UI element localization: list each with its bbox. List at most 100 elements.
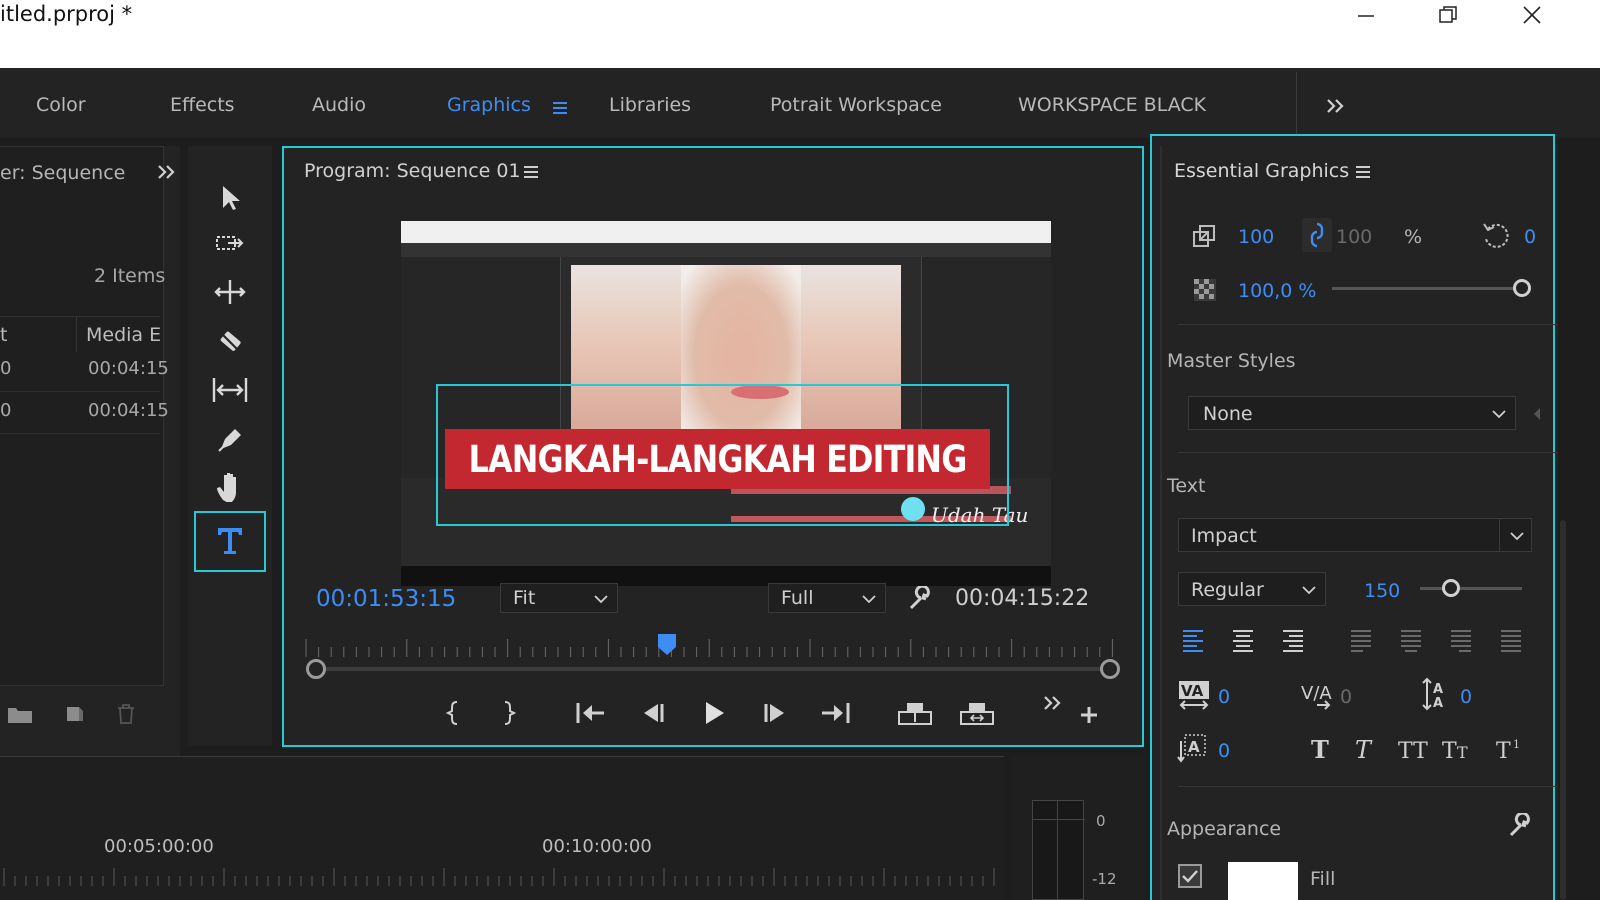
trash-icon[interactable] — [112, 702, 140, 726]
tab-graphics[interactable]: Graphics — [447, 94, 531, 116]
mark-out-icon[interactable] — [496, 698, 522, 728]
svg-text:A: A — [1433, 682, 1443, 697]
program-menu-icon[interactable] — [520, 160, 542, 184]
align-right-icon[interactable] — [1280, 626, 1308, 656]
project-panel-title[interactable]: er: Sequence — [0, 162, 125, 184]
table-row[interactable]: 0 00:04:15 — [0, 392, 169, 434]
fit-dropdown[interactable]: Fit — [500, 583, 618, 613]
ripple-edit-tool[interactable] — [206, 270, 254, 314]
eg-menu-icon[interactable] — [1352, 160, 1374, 184]
track-select-tool[interactable] — [206, 222, 254, 266]
project-col-media[interactable]: Media E — [86, 324, 161, 346]
program-timecode[interactable]: 00:01:53:15 — [316, 586, 456, 612]
leading-value[interactable]: 0 — [1460, 686, 1472, 708]
new-bin-icon[interactable] — [6, 702, 34, 726]
time-ruler[interactable] — [304, 635, 1118, 657]
slip-tool[interactable] — [206, 368, 254, 412]
tab-workspace-black[interactable]: WORKSPACE BLACK — [1018, 94, 1206, 116]
playback-resolution-dropdown[interactable]: Full — [768, 583, 886, 613]
lift-icon[interactable] — [896, 698, 934, 728]
table-row[interactable]: 0 00:04:15 — [0, 350, 169, 392]
timeline-ruler[interactable] — [0, 868, 1004, 886]
settings-wrench-icon[interactable] — [904, 584, 936, 614]
video-ae-toolbar — [401, 243, 1051, 257]
add-button-icon[interactable] — [1076, 702, 1102, 728]
justify-center-icon[interactable] — [1398, 626, 1426, 656]
type-tool[interactable] — [206, 514, 254, 568]
selection-tool[interactable] — [206, 176, 254, 220]
opacity-slider-handle[interactable] — [1513, 279, 1531, 297]
row-name: 0 — [0, 358, 12, 379]
zoom-handle-left[interactable] — [306, 659, 326, 679]
go-to-out-icon[interactable] — [818, 698, 854, 728]
tab-potrait-workspace[interactable]: Potrait Workspace — [770, 94, 942, 116]
master-style-arrow-icon[interactable] — [1530, 404, 1544, 424]
playhead[interactable] — [656, 632, 678, 656]
small-caps-icon[interactable]: TT — [1440, 734, 1478, 764]
more-workspaces-icon[interactable] — [1320, 94, 1350, 118]
align-center-icon[interactable] — [1230, 626, 1258, 656]
close-button[interactable] — [1502, 0, 1562, 30]
svg-text:A: A — [1433, 696, 1443, 711]
eg-scrollbar[interactable] — [1560, 520, 1566, 900]
extract-icon[interactable] — [958, 698, 996, 728]
tab-libraries[interactable]: Libraries — [609, 94, 691, 116]
tab-effects[interactable]: Effects — [170, 94, 235, 116]
text-layer-bounding-box[interactable] — [436, 384, 1009, 526]
minimize-button[interactable] — [1336, 0, 1396, 30]
hand-tool[interactable] — [206, 464, 254, 508]
tab-color[interactable]: Color — [36, 94, 86, 116]
audio-meter — [1032, 800, 1085, 900]
align-left-icon[interactable] — [1180, 626, 1208, 656]
scale-value[interactable]: 100 — [1238, 226, 1274, 248]
all-caps-icon[interactable]: TT — [1396, 734, 1434, 764]
fill-checkbox[interactable] — [1178, 864, 1202, 888]
baseline-value[interactable]: 0 — [1218, 740, 1230, 762]
faux-italic-icon[interactable]: T — [1350, 734, 1380, 764]
mark-in-icon[interactable] — [440, 698, 466, 728]
master-style-value: None — [1203, 403, 1253, 425]
pen-tool[interactable] — [206, 416, 254, 460]
zoom-handle-right[interactable] — [1100, 659, 1120, 679]
font-size-slider[interactable] — [1420, 587, 1522, 590]
font-dropdown[interactable]: Impact — [1178, 518, 1532, 552]
link-scale-icon[interactable] — [1302, 218, 1332, 252]
more-controls-icon[interactable] — [1038, 690, 1066, 716]
superscript-icon[interactable]: T1 — [1494, 734, 1530, 764]
appearance-wrench-icon[interactable] — [1504, 810, 1536, 842]
project-col-name[interactable]: t — [0, 324, 7, 346]
font-size-slider-handle[interactable] — [1441, 579, 1460, 597]
chevron-down-icon — [859, 590, 879, 608]
row-media: 00:04:15 — [88, 400, 169, 421]
graphics-menu-icon[interactable] — [548, 96, 572, 120]
project-more-icon[interactable] — [152, 160, 180, 184]
opacity-slider[interactable] — [1332, 287, 1522, 290]
justify-all-icon[interactable] — [1498, 626, 1526, 656]
rotation-icon — [1480, 220, 1514, 252]
restore-button[interactable] — [1418, 0, 1478, 30]
tab-audio[interactable]: Audio — [312, 94, 366, 116]
step-back-icon[interactable] — [636, 698, 668, 728]
new-item-icon[interactable] — [60, 702, 88, 726]
zoom-scrollbar[interactable] — [316, 667, 1110, 671]
play-icon[interactable] — [698, 698, 730, 728]
kerning-value[interactable]: 0 — [1218, 686, 1230, 708]
essential-graphics-title[interactable]: Essential Graphics — [1174, 160, 1349, 182]
svg-text:VA: VA — [1181, 682, 1204, 700]
font-style-dropdown[interactable]: Regular — [1178, 572, 1326, 606]
justify-right-icon[interactable] — [1448, 626, 1476, 656]
master-styles-dropdown[interactable]: None — [1188, 396, 1516, 430]
quality-value: Full — [781, 587, 814, 609]
text-section-label: Text — [1167, 475, 1206, 497]
svg-text:T: T — [1496, 739, 1511, 761]
go-to-in-icon[interactable] — [572, 698, 608, 728]
razor-tool[interactable] — [206, 320, 254, 364]
justify-left-icon[interactable] — [1348, 626, 1376, 656]
fill-color-swatch[interactable] — [1228, 862, 1298, 900]
opacity-value[interactable]: 100,0 % — [1238, 280, 1317, 302]
rotation-value[interactable]: 0 — [1524, 226, 1536, 248]
faux-bold-icon[interactable]: T — [1306, 734, 1336, 764]
step-forward-icon[interactable] — [760, 698, 792, 728]
font-size-value[interactable]: 150 — [1364, 580, 1400, 602]
program-monitor-title[interactable]: Program: Sequence 01 — [304, 160, 521, 182]
